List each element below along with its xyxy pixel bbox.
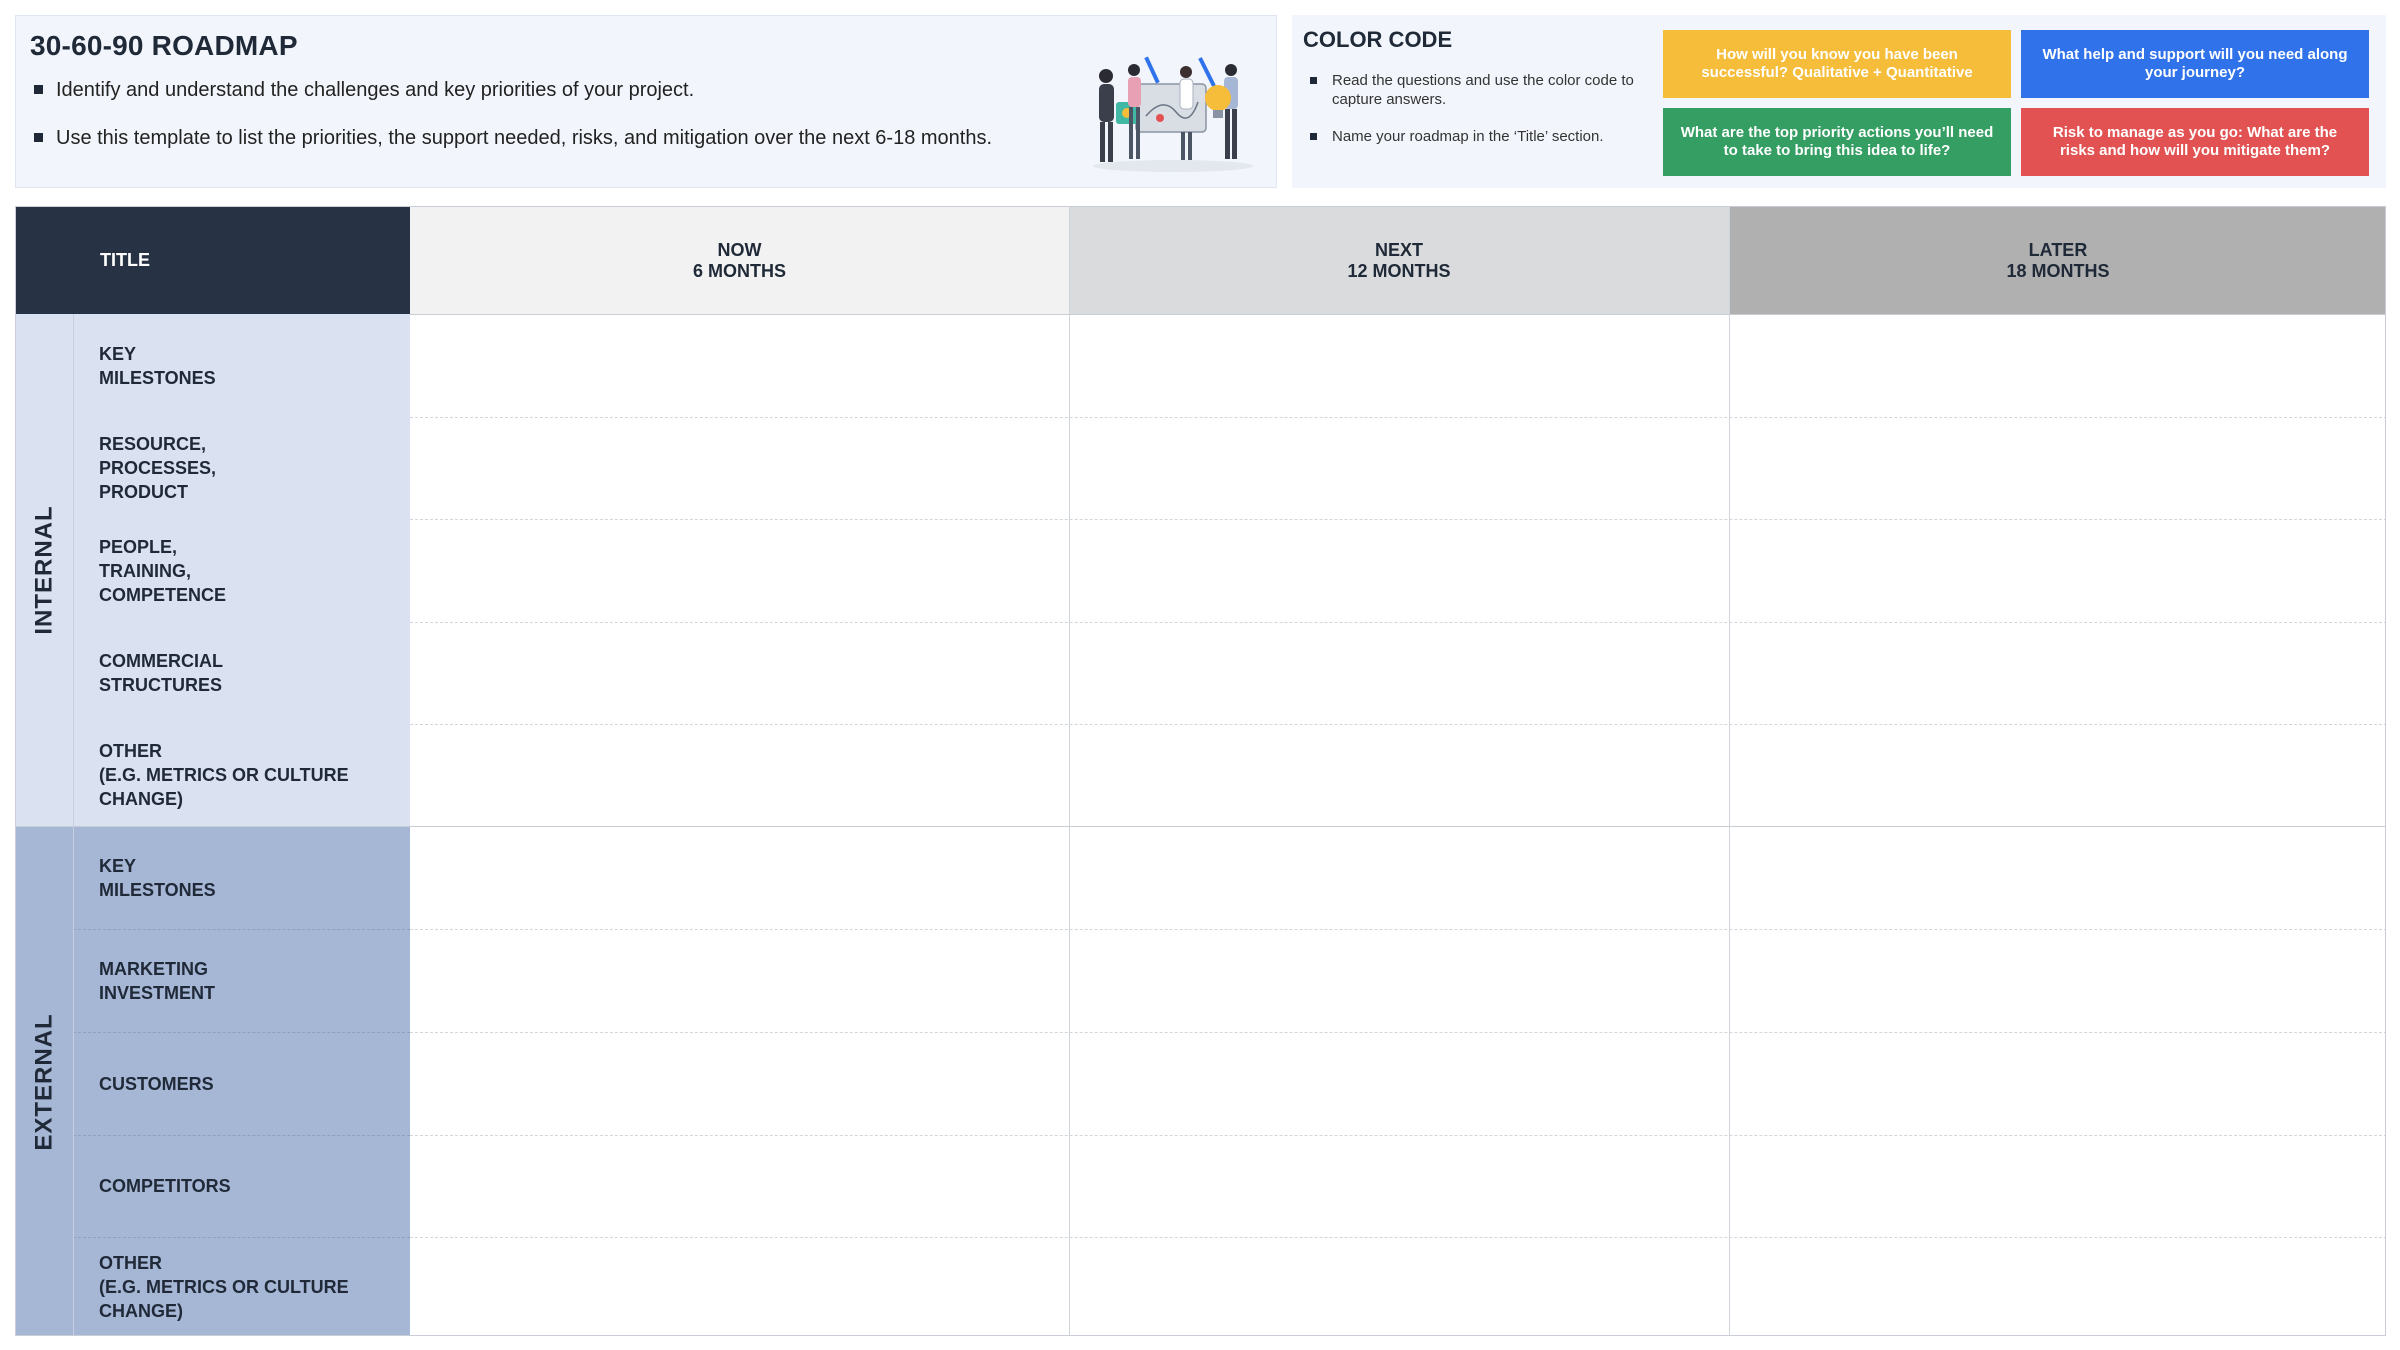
group-external: EXTERNAL (16, 826, 73, 1335)
color-code-bullet-text: Read the questions and use the color cod… (1332, 72, 1634, 108)
row-label-internal-commercial: COMMERCIAL STRUCTURES (73, 622, 410, 724)
color-code-box-support: What help and support will you need alon… (2021, 30, 2369, 98)
color-code-box-actions: What are the top priority actions you’ll… (1663, 108, 2011, 176)
intro-bullet: Identify and understand the challenges a… (30, 78, 992, 102)
title-header-label: TITLE (100, 250, 150, 270)
row-label-internal-resource: RESOURCE, PROCESSES, PRODUCT (73, 417, 410, 519)
roadmap-grid: TITLE NOW 6 MONTHS NEXT 12 MONTHS LATER … (15, 206, 2386, 1336)
column-header-line2: 18 MONTHS (2006, 260, 2110, 281)
group-label-text: EXTERNAL (30, 1012, 58, 1151)
color-code-bullet: Read the questions and use the color cod… (1306, 71, 1636, 109)
color-code-bullet: Name your roadmap in the ‘Title’ section… (1306, 127, 1636, 146)
group-label-external: EXTERNAL (16, 826, 73, 1335)
column-header-line2: 12 MONTHS (1347, 260, 1451, 281)
square-bullet-icon (1310, 133, 1317, 140)
roadmap-cells-area[interactable] (410, 314, 2385, 1335)
row-label-external-other: OTHER (E.G. METRICS OR CULTURE CHANGE) (73, 1237, 410, 1335)
group-label-text: INTERNAL (30, 505, 58, 635)
square-bullet-icon (34, 85, 43, 94)
intro-bullet-list: Identify and understand the challenges a… (30, 78, 992, 174)
intro-panel: 30-60-90 ROADMAP Identify and understand… (15, 15, 1277, 188)
label-row-divider (73, 929, 410, 930)
color-code-box-success: How will you know you have been successf… (1663, 30, 2011, 98)
square-bullet-icon (34, 133, 43, 142)
row-divider (410, 417, 2385, 418)
color-code-panel: COLOR CODE Read the questions and use th… (1292, 15, 2386, 188)
group-internal: INTERNAL (16, 314, 73, 826)
color-code-title: COLOR CODE (1303, 27, 1453, 52)
color-code-bullet-list: Read the questions and use the color cod… (1306, 71, 1636, 164)
group-label-internal: INTERNAL (16, 314, 73, 826)
row-divider (410, 1237, 2385, 1238)
column-header-later: LATER 18 MONTHS (1729, 207, 2385, 314)
group-label-divider (73, 314, 74, 1335)
row-divider (410, 622, 2385, 623)
column-header-line2: 6 MONTHS (692, 260, 786, 281)
label-row-divider (73, 1135, 410, 1136)
page-title: 30-60-90 ROADMAP (30, 30, 298, 61)
column-divider (1729, 207, 1730, 1335)
header-divider (410, 314, 2385, 315)
column-header-now: NOW 6 MONTHS (410, 207, 1069, 314)
row-divider (410, 519, 2385, 520)
intro-bullet-text: Identify and understand the challenges a… (56, 79, 695, 101)
row-label-external-competitors: COMPETITORS (73, 1135, 410, 1237)
color-code-box-risks: Risk to manage as you go: What are the r… (2021, 108, 2369, 176)
title-header-cell[interactable]: TITLE (16, 207, 410, 314)
team-illustration-icon (1093, 56, 1253, 172)
row-label-internal-other: OTHER (E.G. METRICS OR CULTURE CHANGE) (73, 724, 410, 826)
label-row-divider (73, 1032, 410, 1033)
row-divider (410, 1135, 2385, 1136)
row-divider (410, 724, 2385, 725)
row-label-external-key-milestones: KEY MILESTONES (73, 826, 410, 929)
column-divider (1069, 207, 1070, 1335)
color-code-bullet-text: Name your roadmap in the ‘Title’ section… (1332, 128, 1604, 145)
row-divider (410, 929, 2385, 930)
column-header-line1: LATER (2028, 239, 2088, 260)
row-divider (410, 1032, 2385, 1033)
intro-bullet: Use this template to list the priorities… (30, 126, 992, 150)
intro-bullet-text: Use this template to list the priorities… (56, 127, 993, 149)
column-header-line1: NOW (717, 239, 762, 260)
row-label-internal-people: PEOPLE, TRAINING, COMPETENCE (73, 519, 410, 622)
label-row-divider (73, 1237, 410, 1238)
column-header-line1: NEXT (1374, 239, 1423, 260)
row-label-external-marketing: MARKETING INVESTMENT (73, 929, 410, 1032)
square-bullet-icon (1310, 77, 1317, 84)
row-label-external-customers: CUSTOMERS (73, 1032, 410, 1135)
column-header-next: NEXT 12 MONTHS (1069, 207, 1729, 314)
row-label-internal-key-milestones: KEY MILESTONES (73, 314, 410, 417)
group-divider (16, 826, 2385, 827)
